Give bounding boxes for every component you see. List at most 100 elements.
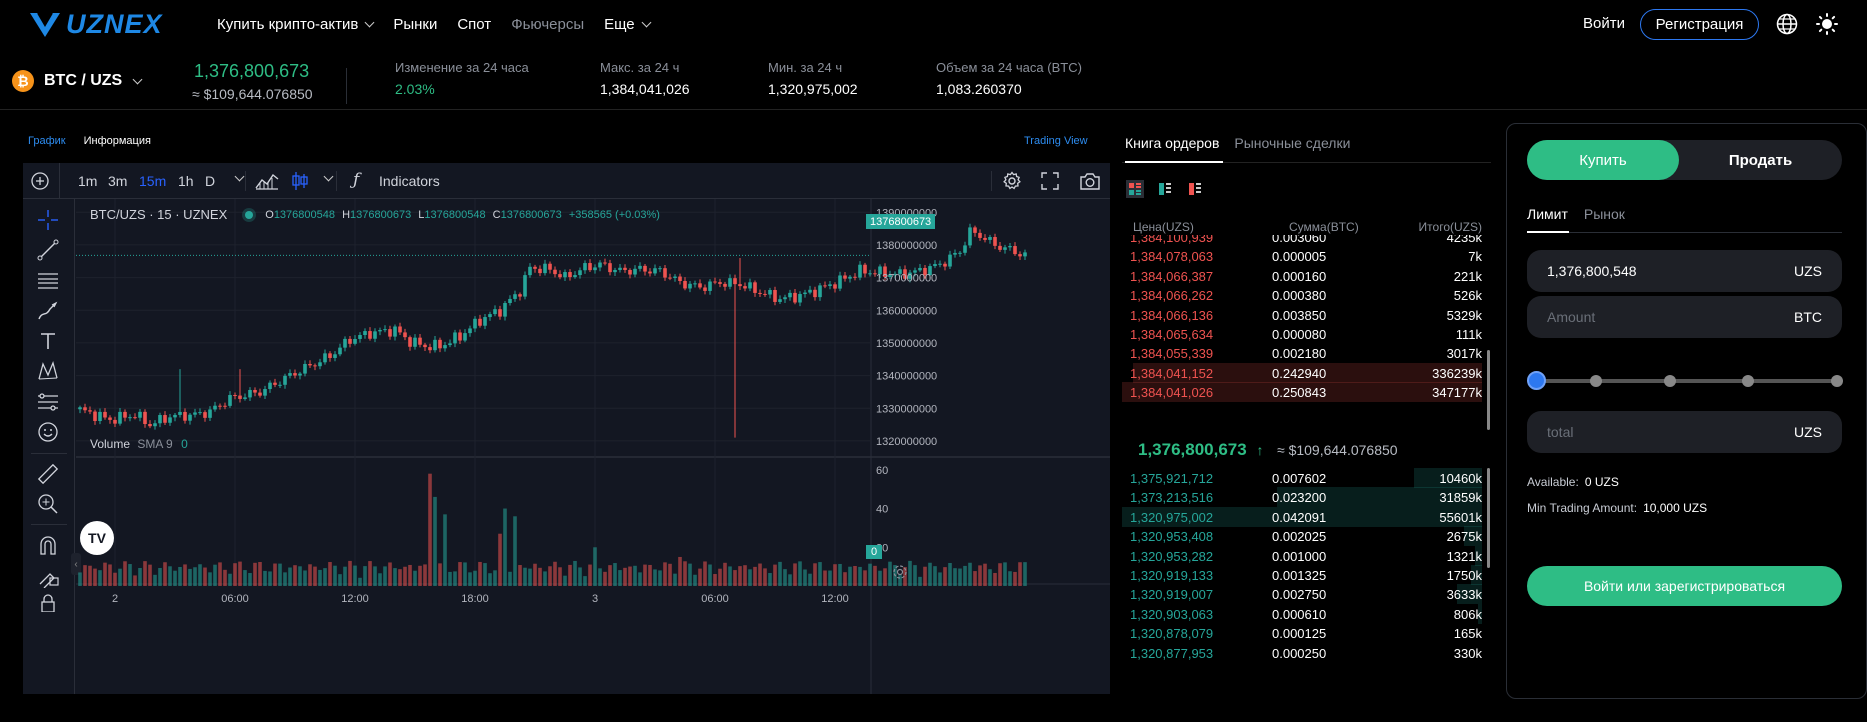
candle-body[interactable] <box>418 337 422 345</box>
candle-body[interactable] <box>473 318 477 329</box>
candle-body[interactable] <box>288 373 292 376</box>
candle-body[interactable] <box>358 335 362 339</box>
theme-toggle-icon[interactable] <box>1816 13 1838 35</box>
candle-body[interactable] <box>458 332 462 341</box>
candle-body[interactable] <box>218 405 222 407</box>
asks-scrollbar[interactable] <box>1487 350 1490 430</box>
candle-body[interactable] <box>518 294 522 297</box>
candle-body[interactable] <box>988 237 992 240</box>
candle-body[interactable] <box>98 411 102 422</box>
candle-body[interactable] <box>313 365 317 367</box>
candle-body[interactable] <box>698 283 702 288</box>
buy-tab-button[interactable]: Купить <box>1527 140 1679 180</box>
candle-body[interactable] <box>593 267 597 271</box>
candle-body[interactable] <box>778 299 782 302</box>
candle-body[interactable] <box>693 283 697 285</box>
candle-body[interactable] <box>708 281 712 291</box>
candle-body[interactable] <box>808 289 812 293</box>
candle-body[interactable] <box>813 289 817 298</box>
ruler-icon[interactable] <box>36 462 60 486</box>
lock-drawings-icon[interactable] <box>36 564 60 588</box>
candle-body[interactable] <box>263 389 267 396</box>
candle-body[interactable] <box>378 330 382 332</box>
candle-body[interactable] <box>1003 247 1007 250</box>
candle-body[interactable] <box>713 281 717 283</box>
candle-body[interactable] <box>1018 254 1022 257</box>
candles-icon[interactable] <box>291 171 309 191</box>
candle-body[interactable] <box>168 417 172 423</box>
candle-body[interactable] <box>323 353 327 363</box>
candle-body[interactable] <box>368 331 372 339</box>
candle-body[interactable] <box>603 262 607 264</box>
candle-body[interactable] <box>848 276 852 279</box>
candle-body[interactable] <box>548 263 552 270</box>
candle-body[interactable] <box>253 389 257 393</box>
candle-body[interactable] <box>148 423 152 427</box>
candle-body[interactable] <box>188 414 192 421</box>
indicators-button[interactable]: Indicators <box>379 173 440 189</box>
candle-body[interactable] <box>998 245 1002 250</box>
zoom-in-icon[interactable] <box>36 492 60 516</box>
amount-input[interactable]: Amount BTC <box>1527 296 1842 338</box>
candle-body[interactable] <box>488 314 492 318</box>
candle-body[interactable] <box>118 411 122 424</box>
candle-body[interactable] <box>853 276 857 278</box>
logo[interactable]: UZNEX <box>28 8 178 40</box>
candle-body[interactable] <box>238 395 242 399</box>
text-tool-icon[interactable] <box>36 329 60 353</box>
candle-body[interactable] <box>138 411 142 418</box>
tab-chart[interactable]: График <box>28 135 66 147</box>
nav-item-2[interactable]: Спот <box>457 16 491 33</box>
candle-body[interactable] <box>933 264 937 267</box>
candle-body[interactable] <box>108 417 112 420</box>
tab-market-trades[interactable]: Рыночные сделки <box>1234 135 1350 151</box>
candle-body[interactable] <box>373 331 377 339</box>
candle-body[interactable] <box>398 326 402 333</box>
candle-body[interactable] <box>333 354 337 358</box>
slider-mark-100[interactable] <box>1831 375 1843 387</box>
ask-row[interactable]: 1,384,078,063 0.000005 7k <box>1122 246 1482 266</box>
candle-body[interactable] <box>318 362 322 367</box>
trendline-icon[interactable] <box>36 238 60 262</box>
register-button[interactable]: Регистрация <box>1640 9 1759 40</box>
bid-row[interactable]: 1,320,919,007 0.002750 3633k <box>1122 584 1482 605</box>
interval-d[interactable]: D <box>205 173 215 189</box>
tab-orderbook[interactable]: Книга ордеров <box>1125 135 1219 151</box>
ask-row[interactable]: 1,384,041,026 0.250843 347177k <box>1122 382 1482 403</box>
candle-body[interactable] <box>658 268 662 270</box>
candle-body[interactable] <box>478 318 482 326</box>
candle-body[interactable] <box>528 266 532 276</box>
candle-body[interactable] <box>443 345 447 349</box>
candle-body[interactable] <box>648 271 652 274</box>
candle-body[interactable] <box>838 275 842 289</box>
candle-body[interactable] <box>793 292 797 303</box>
candle-body[interactable] <box>158 415 162 424</box>
bid-row[interactable]: 1,373,213,516 0.023200 31859k <box>1122 487 1482 508</box>
indicators-icon[interactable]: ƒ <box>353 170 359 190</box>
candle-body[interactable] <box>78 407 82 410</box>
candle-body[interactable] <box>383 329 387 331</box>
candle-body[interactable] <box>208 409 212 418</box>
bids-scrollbar[interactable] <box>1487 468 1490 568</box>
candle-body[interactable] <box>678 276 682 281</box>
candle-body[interactable] <box>408 337 412 347</box>
nav-item-3[interactable]: Фьючерсы <box>511 16 584 33</box>
candle-body[interactable] <box>753 282 757 293</box>
lock-icon[interactable] <box>36 594 60 612</box>
candle-body[interactable] <box>963 245 967 253</box>
candle-body[interactable] <box>783 297 787 300</box>
candle-body[interactable] <box>618 267 622 270</box>
candle-body[interactable] <box>953 252 957 255</box>
candle-body[interactable] <box>403 332 407 338</box>
candle-body[interactable] <box>748 282 752 289</box>
interval-1m[interactable]: 1m <box>78 173 97 189</box>
candle-body[interactable] <box>983 237 987 240</box>
candle-body[interactable] <box>103 411 107 418</box>
candle-body[interactable] <box>173 414 177 418</box>
candle-body[interactable] <box>498 309 502 317</box>
candle-body[interactable] <box>563 272 567 278</box>
candle-body[interactable] <box>433 339 437 351</box>
candle-body[interactable] <box>258 392 262 396</box>
candle-body[interactable] <box>733 278 737 285</box>
nav-item-1[interactable]: Рынки <box>393 16 437 33</box>
